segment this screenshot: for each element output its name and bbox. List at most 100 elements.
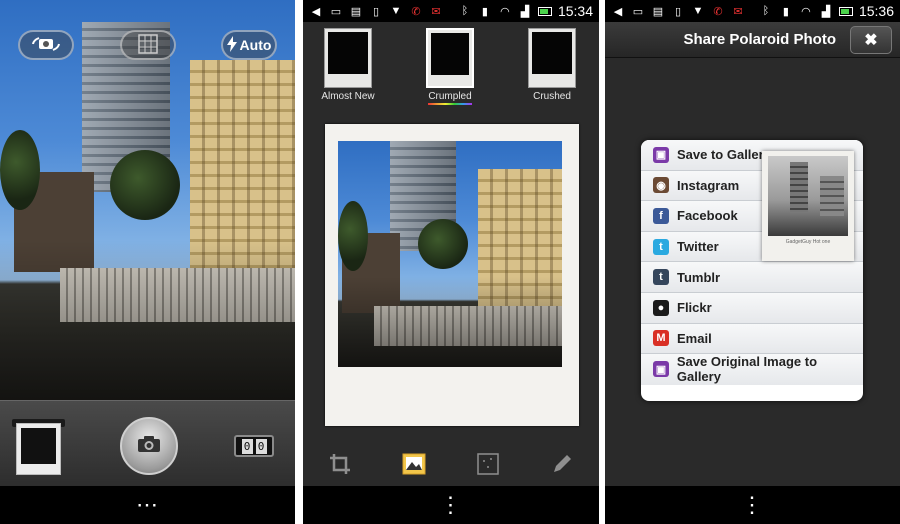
shutter-button[interactable]	[120, 417, 178, 475]
bluetooth-icon: ᛒ	[461, 5, 469, 17]
overflow-menu-button[interactable]: ⋯	[0, 486, 295, 524]
missed-call-icon: ✆	[411, 5, 421, 18]
camera-viewfinder[interactable]	[0, 0, 295, 400]
card-icon: ▭	[330, 5, 342, 18]
share-option-tumblr[interactable]: t Tumblr	[641, 262, 863, 293]
filter-label: Crushed	[533, 91, 571, 102]
share-title: Share Polaroid Photo	[683, 31, 836, 48]
share-header: Share Polaroid Photo ✖	[605, 22, 900, 58]
message-icon: ▼	[692, 5, 704, 17]
close-icon: ✖	[864, 32, 878, 49]
counter-digit: 0	[241, 438, 253, 454]
share-option-flickr[interactable]: ● Flickr	[641, 292, 863, 324]
share-option-label: Facebook	[677, 208, 738, 224]
mail-icon: ✉	[431, 5, 441, 18]
camera-screen: Auto 0 0 ⋯	[0, 0, 295, 524]
wifi-icon: ◠	[500, 5, 510, 18]
bluetooth-icon: ᛒ	[762, 5, 770, 17]
phone-icon: ▯	[372, 5, 380, 18]
filter-label: Almost New	[321, 91, 375, 102]
share-option-label: Twitter	[677, 239, 719, 255]
share-option-label: Tumblr	[677, 269, 721, 285]
missed-call-icon: ✆	[713, 5, 723, 18]
instagram-icon: ◉	[653, 177, 669, 194]
filter-crumpled[interactable]: Crumpled	[420, 28, 480, 105]
counter-digit: 0	[255, 438, 267, 454]
filter-preview	[426, 28, 474, 88]
phone-icon: ▯	[674, 5, 682, 18]
tumblr-icon: t	[653, 269, 669, 286]
editor-screen: ◀ ▭ ▤ ▯ ▼ ✆ ✉ ᛒ ▮ ◠ ▟ 15:34 Almost New C…	[303, 0, 599, 524]
back-notification-icon: ◀	[311, 5, 321, 18]
flickr-icon: ●	[653, 299, 669, 316]
filter-strip: Almost New Crumpled Crushed	[303, 22, 599, 108]
filter-preview	[528, 28, 576, 88]
menu-dots-icon: ⋯	[136, 492, 159, 517]
mail-icon: ✉	[733, 5, 743, 18]
image-button[interactable]	[401, 453, 427, 479]
selected-indicator	[428, 103, 472, 105]
email-icon: M	[653, 330, 669, 347]
overflow-menu-button[interactable]: ⋮	[303, 486, 599, 524]
signal-icon: ▟	[520, 5, 530, 18]
vibrate-icon: ▮	[782, 5, 789, 18]
filter-almost-new[interactable]: Almost New	[318, 28, 378, 102]
pencil-icon	[551, 453, 573, 480]
gallery-icon: ▣	[653, 146, 669, 163]
effects-button[interactable]	[475, 452, 501, 480]
crop-icon	[329, 453, 351, 480]
keyboard-icon: ▤	[350, 5, 362, 18]
shutter-camera-icon	[137, 435, 161, 458]
facebook-icon: f	[653, 207, 669, 224]
twitter-icon: t	[653, 238, 669, 255]
message-icon: ▼	[390, 5, 402, 17]
menu-dots-icon: ⋮	[741, 492, 764, 517]
overflow-menu-button[interactable]: ⋮	[605, 486, 900, 524]
gallery-icon: ▣	[653, 361, 669, 378]
switch-camera-button[interactable]	[18, 30, 74, 60]
share-option-email[interactable]: M Email	[641, 323, 863, 355]
share-screen: ◀ ▭ ▤ ▯ ▼ ✆ ✉ ᛒ ▮ ◠ ▟ 15:36 Share Polaro…	[605, 0, 900, 524]
status-bar: ◀ ▭ ▤ ▯ ▼ ✆ ✉ ᛒ ▮ ◠ ▟ 15:34	[303, 0, 599, 22]
status-time: 15:34	[557, 3, 593, 19]
polaroid-photo	[338, 141, 562, 367]
filter-crushed[interactable]: Crushed	[522, 28, 582, 102]
vignette	[338, 141, 562, 367]
close-button[interactable]: ✖	[850, 26, 892, 54]
share-option-label: Instagram	[677, 177, 740, 193]
flash-label: Auto	[239, 37, 272, 53]
edit-toolbar	[303, 444, 599, 488]
share-option-label: Save Original Image to Gallery	[676, 354, 818, 385]
share-option-label: Email	[677, 330, 712, 346]
camera-controls-tray: 0 0	[0, 400, 295, 486]
share-preview-polaroid: GadgetGuy Hot one	[762, 151, 854, 261]
last-photo-thumbnail[interactable]	[16, 423, 61, 475]
screenshot-stage: Auto 0 0 ⋯ ◀ ▭ ▤ ▯ ▼ ✆ ✉ ᛒ ▮ ◠ ▟ 15:34 A…	[0, 0, 900, 524]
grid-toggle-button[interactable]	[120, 30, 176, 60]
image-icon	[402, 453, 426, 480]
menu-dots-icon: ⋮	[439, 492, 463, 517]
share-option-label: Flickr	[677, 300, 712, 316]
card-icon: ▭	[632, 5, 644, 18]
switch-camera-icon	[29, 35, 63, 56]
crop-button[interactable]	[327, 453, 353, 479]
effects-icon	[477, 452, 499, 480]
vignette	[0, 0, 295, 400]
filter-label: Crumpled	[428, 91, 472, 102]
battery-icon	[537, 6, 552, 16]
polaroid-preview	[325, 124, 579, 426]
flash-icon	[226, 35, 237, 55]
grid-icon	[138, 33, 158, 57]
share-option-save-original-image-to-gallery[interactable]: ▣ Save Original Image to Gallery	[641, 354, 863, 385]
back-notification-icon: ◀	[613, 5, 623, 18]
draw-button[interactable]	[549, 453, 575, 479]
flash-button[interactable]: Auto	[221, 30, 277, 60]
vibrate-icon: ▮	[481, 5, 488, 18]
filter-preview	[324, 28, 372, 88]
preview-caption: GadgetGuy Hot one	[785, 239, 831, 245]
share-option-label: Save to Gallery	[677, 147, 771, 163]
wifi-icon: ◠	[801, 5, 811, 18]
status-bar: ◀ ▭ ▤ ▯ ▼ ✆ ✉ ᛒ ▮ ◠ ▟ 15:36	[605, 0, 900, 22]
status-time: 15:36	[858, 3, 894, 19]
battery-icon	[838, 6, 853, 16]
